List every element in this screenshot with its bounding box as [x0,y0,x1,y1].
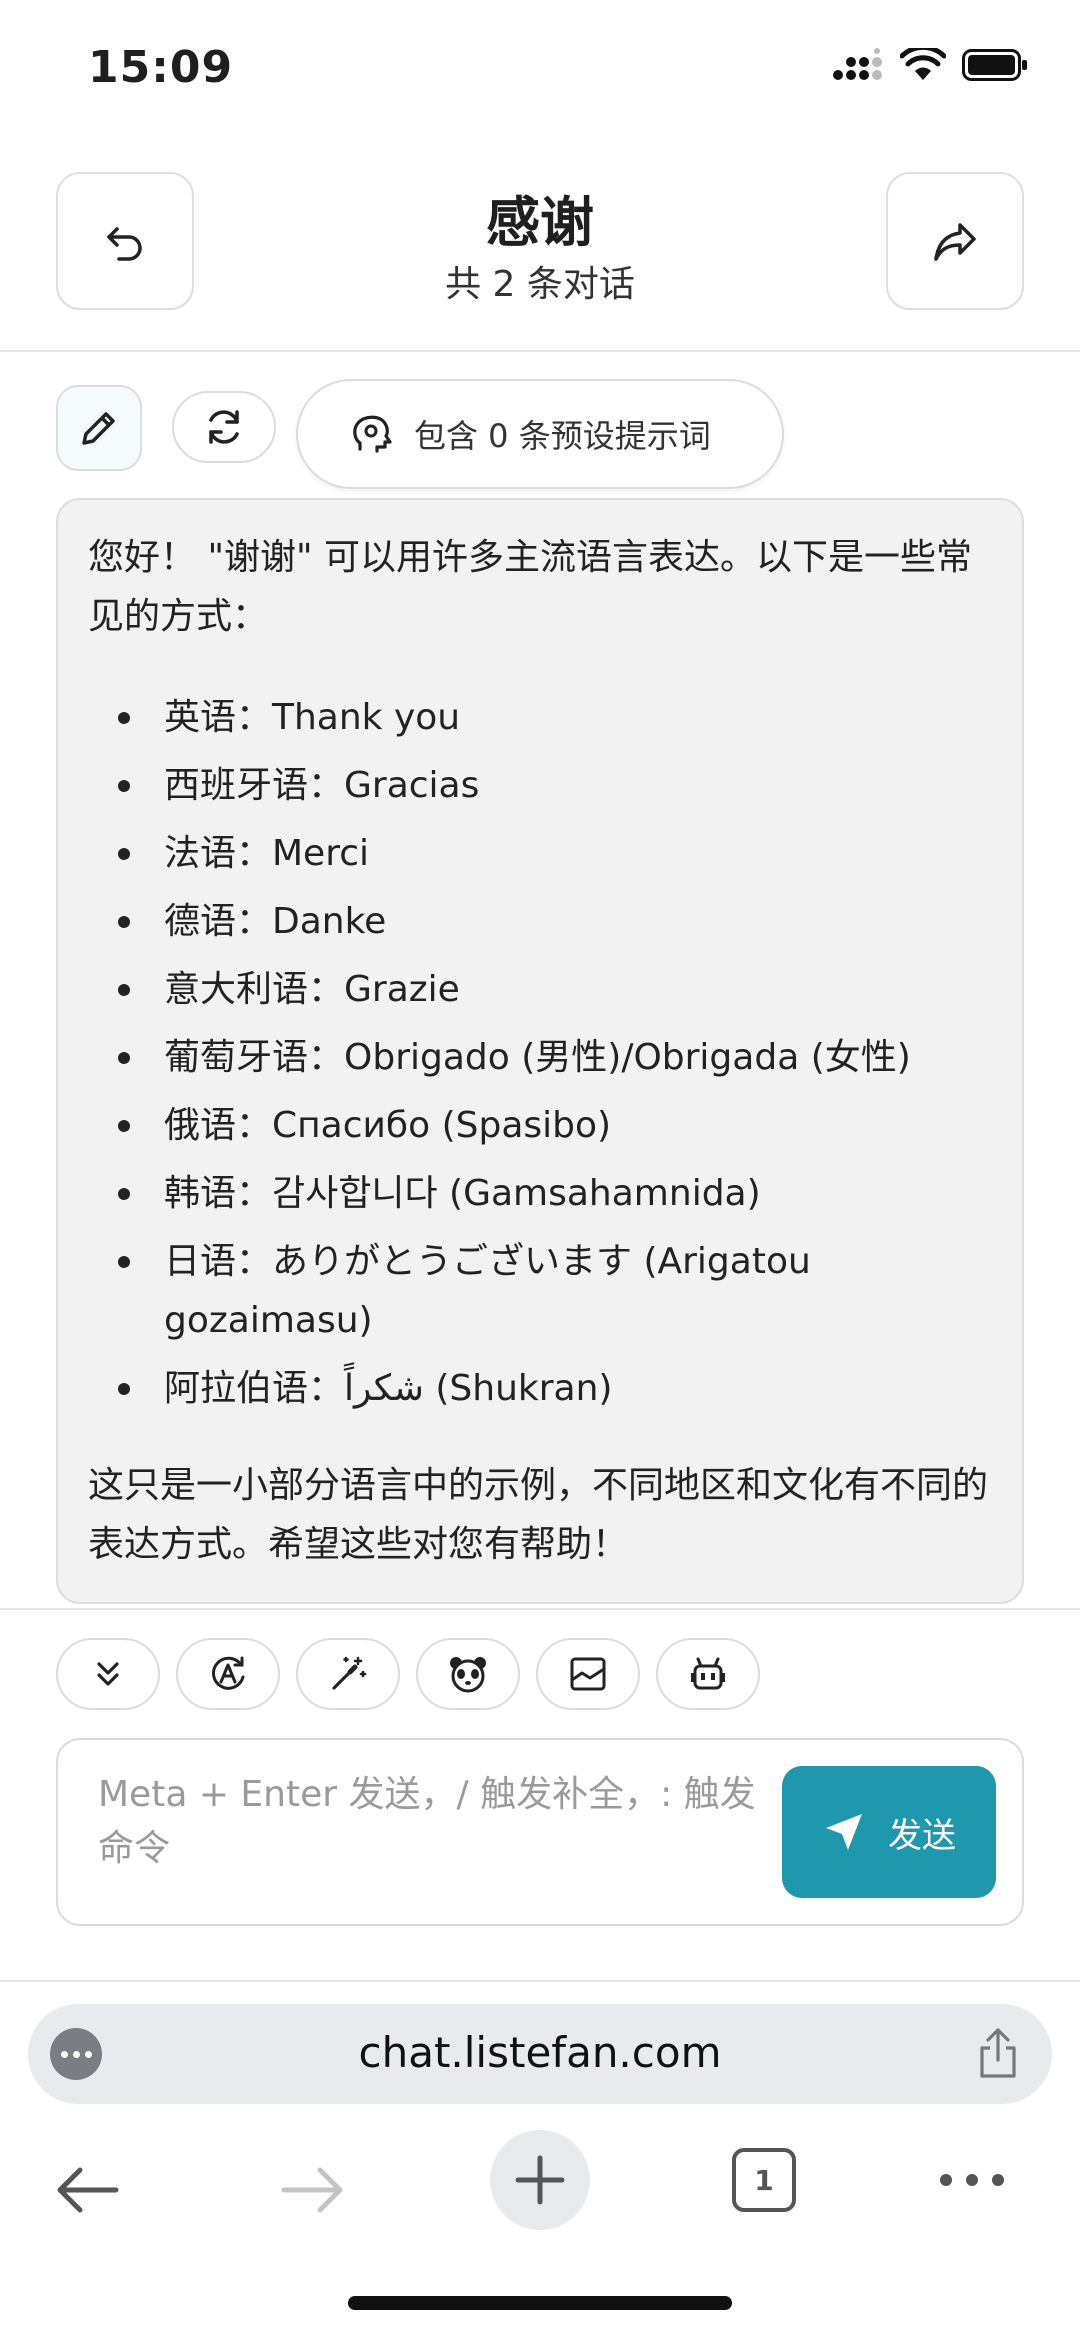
preset-prompts-label: 包含 0 条预设提示词 [414,417,711,455]
battery-icon [962,49,1027,81]
chat-header: 感谢 共 2 条对话 [0,140,1080,352]
forward-arrow-icon[interactable] [280,2164,346,2216]
list-item: 日语：ありがとうございます (Arigatou gozaimasu) [88,1232,992,1350]
home-indicator [348,2296,732,2310]
mask-button[interactable] [416,1638,520,1710]
list-item: 西班牙语：Gracias [88,756,992,815]
new-tab-button[interactable] [490,2130,590,2230]
divider [0,1608,1080,1610]
wifi-icon [900,48,946,80]
panda-icon [450,1657,486,1693]
list-item: 意大利语：Grazie [88,960,992,1019]
message-intro: 您好！ "谢谢" 可以用许多主流语言表达。以下是一些常见的方式： [88,537,973,637]
send-label: 发送 [888,1815,956,1856]
magic-button[interactable] [296,1638,400,1710]
robot-icon [691,1657,725,1690]
input-placeholder: Meta + Enter 发送，/ 触发补全，: 触发命令 [98,1774,756,1869]
image-icon [570,1657,606,1691]
chevrons-down-icon [97,1662,119,1686]
back-arrow-icon[interactable] [54,2164,120,2216]
share-button[interactable] [886,172,1024,310]
address-bar[interactable]: chat.listefan.com [28,2004,1052,2104]
refresh-icon [209,410,239,444]
list-item: 葡萄牙语：Obrigado (男性)/Obrigada (女性) [88,1028,992,1087]
status-icons [832,48,1028,82]
signal-icon [833,48,882,80]
chat-actions [56,1638,760,1710]
regenerate-button[interactable] [172,391,276,463]
status-bar: 15:09 [0,0,1080,140]
message-toolbar: 包含 0 条预设提示词 [56,379,1036,489]
message-outro: 这只是一小部分语言中的示例，不同地区和文化有不同的表达方式。希望这些对您有帮助！ [88,1465,989,1565]
language-list: 英语：Thank you 西班牙语：Gracias 法语：Merci 德语：Da… [88,688,992,1418]
list-item: 英语：Thank you [88,688,992,747]
browser-divider [0,1980,1080,1982]
plus-icon [515,2155,565,2205]
send-button[interactable]: 发送 [782,1766,996,1898]
browser-nav: 1 [0,2130,1080,2250]
share-icon[interactable] [976,2026,1020,2080]
auto-icon [211,1656,245,1690]
edit-button[interactable] [56,385,142,471]
more-icon[interactable] [940,2174,1004,2186]
preset-prompts-pill[interactable]: 包含 0 条预设提示词 [296,379,784,489]
list-item: 阿拉伯语：شكراً (Shukran) [88,1359,992,1418]
magic-wand-icon [332,1656,367,1690]
tab-count[interactable]: 1 [732,2148,796,2212]
send-icon [826,1814,862,1850]
status-time: 15:09 [88,42,234,93]
share-arrow-icon [934,223,976,261]
auto-settings-button[interactable] [176,1638,280,1710]
image-button[interactable] [536,1638,640,1710]
pencil-icon [82,412,115,445]
assistant-message: 您好！ "谢谢" 可以用许多主流语言表达。以下是一些常见的方式： 英语：Than… [56,498,1024,1604]
list-item: 俄语：Спасибо (Spasibo) [88,1096,992,1155]
url-text: chat.listefan.com [358,2028,722,2077]
list-item: 韩语：감사합니다 (Gamsahamnida) [88,1164,992,1223]
brain-icon [353,415,392,453]
message-input[interactable]: Meta + Enter 发送，/ 触发补全，: 触发命令 发送 [56,1738,1024,1926]
model-button[interactable] [656,1638,760,1710]
list-item: 法语：Merci [88,824,992,883]
list-item: 德语：Danke [88,892,992,951]
scroll-bottom-button[interactable] [56,1638,160,1710]
